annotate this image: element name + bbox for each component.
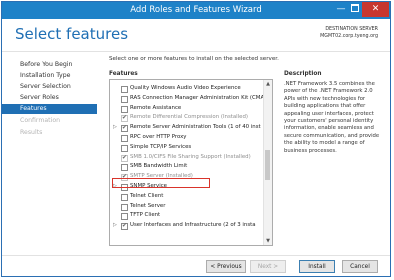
wizard-nav: Before You Begin Installation Type Serve…: [2, 52, 97, 257]
wizard-window: Add Roles and Features Wizard — ✕ Select…: [1, 1, 391, 277]
feature-checkbox[interactable]: [121, 95, 128, 103]
feature-checkbox: [121, 113, 128, 123]
maximize-button[interactable]: [348, 2, 362, 17]
cancel-button[interactable]: Cancel: [342, 260, 378, 273]
nav-item-features[interactable]: Features: [2, 104, 97, 114]
feature-item[interactable]: Telnet Server: [110, 202, 264, 212]
features-heading: Features: [109, 71, 138, 77]
previous-button[interactable]: < Previous: [206, 260, 246, 273]
expand-arrow-icon[interactable]: ▷: [113, 123, 117, 133]
feature-checkbox[interactable]: [121, 164, 128, 172]
feature-label: TFTP Client: [130, 212, 161, 219]
feature-item[interactable]: RAS Connection Manager Administration Ki…: [110, 94, 264, 104]
maximize-icon: [351, 3, 359, 12]
feature-checkbox[interactable]: [121, 203, 128, 211]
feature-checkbox[interactable]: [121, 135, 128, 142]
feature-label: SMB Bandwidth Limit: [130, 163, 188, 170]
feature-item[interactable]: ▷ User Interfaces and Infrastructure (2 o…: [110, 221, 264, 231]
scroll-up-arrow-icon[interactable]: ▲: [264, 80, 272, 88]
nav-item-confirmation: Confirmation: [20, 117, 61, 124]
description-text: .NET Framework 3.5 combines the power of…: [284, 81, 380, 154]
feature-item[interactable]: Quality Windows Audio Video Experience: [110, 84, 264, 94]
destination-label: DESTINATION SERVER: [325, 27, 378, 32]
scroll-down-arrow-icon[interactable]: ▼: [264, 237, 272, 245]
description-heading: Description: [284, 71, 322, 77]
feature-item[interactable]: Remote Assistance: [110, 104, 264, 114]
title-bar[interactable]: Add Roles and Features Wizard — ✕: [2, 2, 390, 19]
feature-checkbox[interactable]: [121, 86, 128, 93]
destination-server-name: MGMT02.corp.tyeng.org: [320, 34, 378, 39]
feature-checkbox[interactable]: [121, 123, 128, 133]
feature-label: Remote Assistance: [130, 104, 182, 111]
scrollbar-thumb[interactable]: [265, 150, 270, 180]
install-button[interactable]: Install: [299, 260, 335, 273]
wizard-header: Select features DESTINATION SERVER MGMT0…: [2, 19, 390, 51]
expand-arrow-icon[interactable]: ▷: [113, 221, 117, 231]
nav-item-server-selection[interactable]: Server Selection: [20, 83, 71, 90]
nav-item-before-you-begin[interactable]: Before You Begin: [20, 61, 72, 68]
feature-label: User Interfaces and Infrastructure (2 of…: [130, 222, 256, 229]
feature-item[interactable]: ▷ Remote Server Administration Tools (1 o…: [110, 123, 264, 133]
feature-item[interactable]: RPC over HTTP Proxy: [110, 133, 264, 143]
feature-checkbox[interactable]: [121, 144, 128, 152]
feature-label: RPC over HTTP Proxy: [130, 134, 187, 140]
feature-item[interactable]: TFTP Client: [110, 211, 264, 221]
feature-label: Remote Differential Compression (Install…: [130, 114, 249, 121]
feature-checkbox[interactable]: [121, 213, 128, 221]
minimize-button[interactable]: —: [334, 2, 348, 17]
destination-server-info: DESTINATION SERVER MGMT02.corp.tyeng.org: [320, 26, 378, 40]
footer-divider: [2, 255, 390, 256]
feature-checkbox: [121, 153, 128, 162]
feature-checkbox[interactable]: [121, 193, 128, 201]
features-tree[interactable]: Quality Windows Audio Video Experience RA…: [109, 79, 273, 246]
feature-label: Simple TCP/IP Services: [130, 143, 192, 150]
feature-label: Remote Server Administration Tools (1 of…: [130, 124, 261, 131]
feature-item[interactable]: Telnet Client: [110, 192, 264, 202]
nav-item-installation-type[interactable]: Installation Type: [20, 72, 70, 79]
feature-item[interactable]: Simple TCP/IP Services: [110, 143, 264, 153]
feature-item[interactable]: Remote Differential Compression (Install…: [110, 113, 264, 123]
smtp-highlight-box: [112, 178, 210, 188]
feature-label: Quality Windows Audio Video Experience: [130, 85, 241, 91]
page-title: Select features: [15, 25, 129, 43]
feature-item[interactable]: SMB Bandwidth Limit: [110, 162, 264, 172]
nav-item-server-roles[interactable]: Server Roles: [20, 94, 59, 101]
vertical-scrollbar[interactable]: ▲ ▼: [263, 80, 272, 245]
window-title: Add Roles and Features Wizard: [130, 5, 262, 15]
nav-item-results: Results: [20, 129, 43, 136]
feature-label: Telnet Client: [130, 192, 164, 199]
instruction-text: Select one or more features to install o…: [109, 56, 279, 62]
close-button[interactable]: ✕: [362, 2, 389, 17]
feature-label: SMB 1.0/CIFS File Sharing Support (Insta…: [130, 153, 251, 160]
feature-item[interactable]: SMB 1.0/CIFS File Sharing Support (Insta…: [110, 153, 264, 162]
feature-checkbox[interactable]: [121, 105, 128, 113]
feature-label: Telnet Server: [130, 202, 166, 209]
next-button[interactable]: Next >: [250, 260, 286, 273]
feature-checkbox[interactable]: [121, 221, 128, 231]
feature-label: RAS Connection Manager Administration Ki…: [130, 94, 265, 101]
